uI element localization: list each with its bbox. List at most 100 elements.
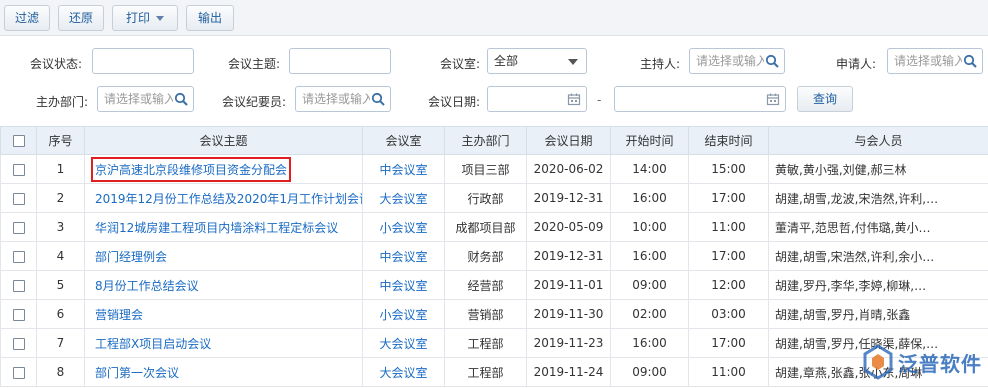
row-start-cell: 16:00 <box>610 241 689 271</box>
date-separator: - <box>597 93 602 107</box>
query-button[interactable]: 查询 <box>797 86 853 112</box>
print-button[interactable]: 打印 <box>112 5 178 31</box>
chevron-down-icon <box>156 16 164 21</box>
row-room-link[interactable]: 大会议室 <box>362 357 445 387</box>
table-row[interactable]: 2 2019年12月份工作总结及2020年1月工作计划会议 大会议室 行政部 2019-… <box>0 183 988 213</box>
row-topic-link[interactable]: 京沪高速北京段维修项目资金分配会 <box>84 154 363 184</box>
row-select-cell[interactable] <box>0 357 37 387</box>
row-start-cell: 09:00 <box>610 270 689 300</box>
table-row[interactable]: 1 京沪高速北京段维修项目资金分配会 中会议室 项目三部 2020-06-02 14:00… <box>0 154 988 184</box>
row-room-link[interactable]: 小会议室 <box>362 212 445 242</box>
row-select-cell[interactable] <box>0 299 37 329</box>
host-label: 主持人: <box>639 57 680 71</box>
search-icon[interactable] <box>963 54 977 68</box>
search-icon[interactable] <box>371 92 385 106</box>
row-checkbox[interactable] <box>12 192 25 205</box>
row-topic-link[interactable]: 华润12城房建工程项目内墙涂料工程定标会议 <box>84 212 363 242</box>
table-row[interactable]: 3 华润12城房建工程项目内墙涂料工程定标会议 小会议室 成都项目部 2020-05-0… <box>0 212 988 242</box>
calendar-icon[interactable] <box>567 92 581 106</box>
row-checkbox[interactable] <box>12 366 25 379</box>
export-button[interactable]: 输出 <box>186 5 234 31</box>
select-all-checkbox[interactable] <box>12 135 25 147</box>
row-room-link[interactable]: 中会议室 <box>362 270 445 300</box>
col-header-start[interactable]: 开始时间 <box>610 126 689 155</box>
select-all-cell[interactable] <box>0 126 37 155</box>
row-room-link[interactable]: 中会议室 <box>362 154 445 184</box>
row-room-link[interactable]: 大会议室 <box>362 183 445 213</box>
table-row[interactable]: 8 部门第一次会议 大会议室 工程部 2019-11-24 09:00 11:00 胡建,章燕… <box>0 357 988 387</box>
meeting-status-input[interactable] <box>92 48 194 74</box>
row-topic-link[interactable]: 2019年12月份工作总结及2020年1月工作计划会议 <box>84 183 363 213</box>
table-row[interactable]: 5 8月份工作总结会议 中会议室 经营部 2019-11-01 09:00 12:00 胡建,… <box>0 270 988 300</box>
minutes-taker-input[interactable]: 请选择或输入 <box>295 86 391 112</box>
row-attendees-cell: 胡建,胡雪,罗丹,肖晴,张鑫 <box>768 299 988 329</box>
row-dept-cell: 工程部 <box>444 357 527 387</box>
row-room-link[interactable]: 小会议室 <box>362 299 445 329</box>
reset-button[interactable]: 还原 <box>58 5 104 31</box>
print-label: 打印 <box>125 11 150 25</box>
meeting-table: 序号 会议主题 会议室 主办部门 会议日期 开始时间 结束时间 与会人员 1 京沪… <box>0 126 988 387</box>
row-checkbox[interactable] <box>12 221 25 234</box>
applicant-input[interactable]: 请选择或输入 <box>887 48 983 74</box>
row-no-cell: 6 <box>36 299 85 329</box>
col-header-topic[interactable]: 会议主题 <box>84 126 363 155</box>
row-no-cell: 8 <box>36 357 85 387</box>
highlighted-topic[interactable]: 京沪高速北京段维修项目资金分配会 <box>90 156 292 182</box>
col-header-end[interactable]: 结束时间 <box>688 126 769 155</box>
row-attendees-cell: 胡建,胡雪,宋浩然,许利,余小… <box>768 241 988 271</box>
row-select-cell[interactable] <box>0 241 37 271</box>
row-checkbox[interactable] <box>12 337 25 350</box>
row-topic-link[interactable]: 部门经理例会 <box>84 241 363 271</box>
row-attendees-cell: 董清平,范思哲,付伟璐,黄小… <box>768 212 988 242</box>
row-select-cell[interactable] <box>0 328 37 358</box>
calendar-icon[interactable] <box>766 92 780 106</box>
meeting-room-label: 会议室: <box>439 57 480 71</box>
host-dept-label: 主办部门: <box>35 95 88 109</box>
host-dept-placeholder: 请选择或输入 <box>104 92 173 106</box>
col-header-dept[interactable]: 主办部门 <box>444 126 527 155</box>
row-select-cell[interactable] <box>0 183 37 213</box>
table-row[interactable]: 7 工程部X项目启动会议 大会议室 工程部 2019-11-23 16:00 17:00 胡建… <box>0 328 988 358</box>
host-dept-input[interactable]: 请选择或输入 <box>97 86 194 112</box>
date-end-input[interactable] <box>614 86 786 112</box>
search-icon[interactable] <box>174 92 188 106</box>
row-checkbox[interactable] <box>12 163 25 176</box>
row-select-cell[interactable] <box>0 212 37 242</box>
col-header-attendees[interactable]: 与会人员 <box>768 126 988 155</box>
row-checkbox[interactable] <box>12 250 25 263</box>
filter-button[interactable]: 过滤 <box>4 5 50 31</box>
row-room-link[interactable]: 中会议室 <box>362 241 445 271</box>
row-attendees-cell: 胡建,胡雪,龙波,宋浩然,许利,… <box>768 183 988 213</box>
row-checkbox[interactable] <box>12 279 25 292</box>
row-start-cell: 02:00 <box>610 299 689 329</box>
row-checkbox[interactable] <box>12 308 25 321</box>
toolbar: 过滤 还原 打印 输出 <box>0 0 988 36</box>
row-topic-link[interactable]: 8月份工作总结会议 <box>84 270 363 300</box>
row-select-cell[interactable] <box>0 154 37 184</box>
col-header-date[interactable]: 会议日期 <box>526 126 611 155</box>
row-select-cell[interactable] <box>0 270 37 300</box>
row-topic-link[interactable]: 营销理会 <box>84 299 363 329</box>
row-attendees-cell: 黄敏,黄小强,刘健,郝三林 <box>768 154 988 184</box>
host-input[interactable]: 请选择或输入 <box>689 48 785 74</box>
row-date-cell: 2020-06-02 <box>526 154 611 184</box>
meeting-topic-input[interactable] <box>289 48 391 74</box>
col-header-room[interactable]: 会议室 <box>362 126 445 155</box>
row-dept-cell: 行政部 <box>444 183 527 213</box>
row-date-cell: 2019-12-31 <box>526 183 611 213</box>
row-dept-cell: 财务部 <box>444 241 527 271</box>
row-room-link[interactable]: 大会议室 <box>362 328 445 358</box>
minutes-taker-placeholder: 请选择或输入 <box>302 92 370 106</box>
row-no-cell: 5 <box>36 270 85 300</box>
row-start-cell: 09:00 <box>610 357 689 387</box>
search-icon[interactable] <box>765 54 779 68</box>
row-end-cell: 17:00 <box>688 183 769 213</box>
row-topic-link[interactable]: 工程部X项目启动会议 <box>84 328 363 358</box>
row-date-cell: 2019-12-31 <box>526 241 611 271</box>
table-row[interactable]: 6 营销理会 小会议室 营销部 2019-11-30 02:00 03:00 胡建,胡雪,罗丹… <box>0 299 988 329</box>
date-start-input[interactable] <box>487 86 587 112</box>
meeting-room-select[interactable]: 全部 <box>487 48 587 74</box>
row-end-cell: 15:00 <box>688 154 769 184</box>
row-topic-link[interactable]: 部门第一次会议 <box>84 357 363 387</box>
table-row[interactable]: 4 部门经理例会 中会议室 财务部 2019-12-31 16:00 17:00 胡建,胡雪,… <box>0 241 988 271</box>
